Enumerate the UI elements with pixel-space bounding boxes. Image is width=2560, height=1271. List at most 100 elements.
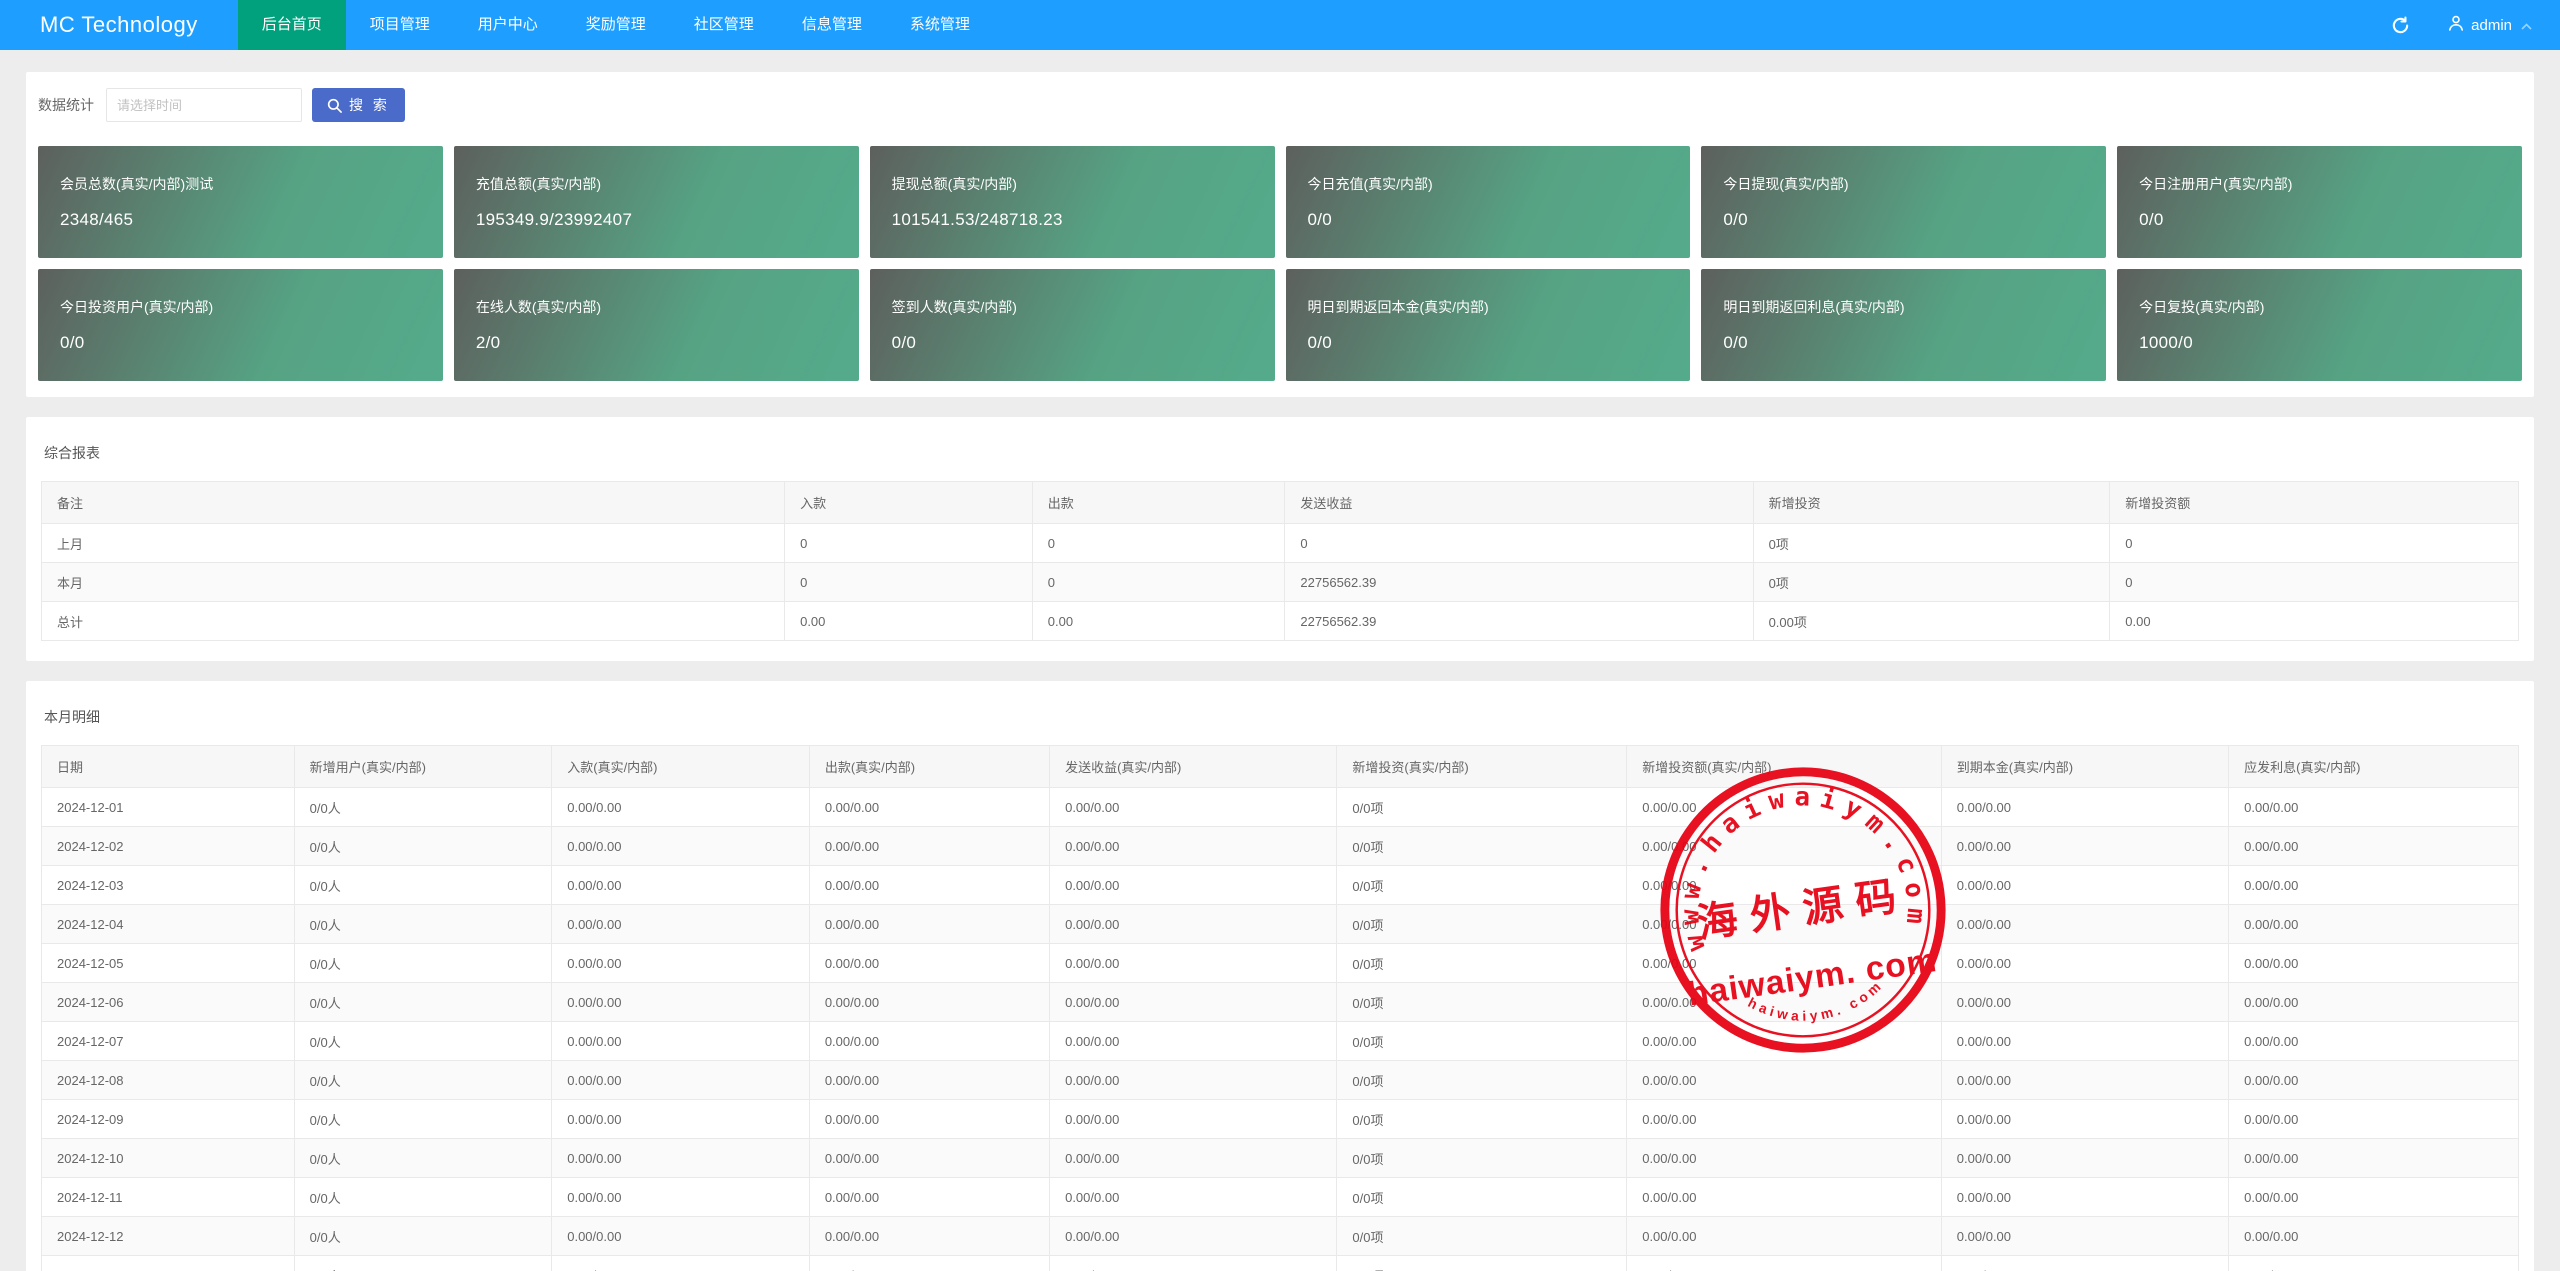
table-cell: 0/0项 bbox=[1336, 1216, 1628, 1256]
table-cell: 0/0项 bbox=[1336, 1255, 1628, 1271]
column-header: 出款 bbox=[1031, 481, 1286, 524]
column-header: 新增投资额(真实/内部) bbox=[1626, 745, 1942, 788]
stat-card-value: 0/0 bbox=[60, 333, 85, 352]
stat-card: 会员总数(真实/内部)测试 2348/465 bbox=[38, 146, 443, 258]
table-cell: 总计 bbox=[40, 601, 786, 641]
table-cell: 0.00/0.00 bbox=[2228, 1216, 2519, 1256]
table-cell: 0.00/0.00 bbox=[808, 1099, 1051, 1139]
table-cell: 0/0项 bbox=[1336, 1021, 1628, 1061]
search-button[interactable]: 搜 索 bbox=[312, 88, 405, 122]
table-cell: 0.00/0.00 bbox=[808, 787, 1051, 827]
table-cell: 0 bbox=[2109, 523, 2519, 563]
table-cell: 0.00/0.00 bbox=[1626, 1216, 1942, 1256]
table-cell: 0.00/0.00 bbox=[1626, 943, 1942, 983]
column-header: 新增投资 bbox=[1752, 481, 2111, 524]
nav-item-7[interactable]: 系统管理 bbox=[886, 0, 994, 50]
stat-card-value: 0/0 bbox=[1307, 333, 1333, 352]
table-cell: 0.00/0.00 bbox=[1049, 787, 1338, 827]
table-cell: 0.00/0.00 bbox=[2228, 904, 2519, 944]
table-cell: 0.00/0.00 bbox=[1626, 1177, 1942, 1217]
nav-item-2[interactable]: 项目管理 bbox=[346, 0, 454, 50]
table-cell: 0.00/0.00 bbox=[551, 1255, 810, 1271]
column-header: 发送收益 bbox=[1284, 481, 1754, 524]
table-cell: 0.00 bbox=[1031, 601, 1286, 641]
table-cell: 0.00/0.00 bbox=[808, 826, 1051, 866]
column-header: 日期 bbox=[41, 745, 295, 788]
table-cell: 0.00/0.00 bbox=[1049, 1099, 1338, 1139]
table-cell: 0.00/0.00 bbox=[1626, 865, 1942, 905]
table-cell: 2024-12-04 bbox=[41, 904, 295, 944]
search-label: 数据统计 bbox=[38, 97, 94, 113]
stat-card: 今日提现(真实/内部) 0/0 bbox=[1701, 146, 2107, 258]
table-cell: 0/0项 bbox=[1336, 982, 1628, 1022]
table-cell: 0.00/0.00 bbox=[1049, 865, 1338, 905]
table-cell: 0.00/0.00 bbox=[1049, 1021, 1338, 1061]
refresh-icon[interactable] bbox=[2391, 15, 2410, 35]
table-cell: 2024-12-06 bbox=[41, 982, 295, 1022]
table-row: 2024-12-03 0/0人 0.00/0.00 0.00/0.00 0.00/0.0… bbox=[41, 865, 2519, 905]
table-cell: 0/0人 bbox=[293, 943, 553, 983]
stat-card-value: 0/0 bbox=[2139, 210, 2164, 229]
table-cell: 0 bbox=[1031, 562, 1286, 602]
table-cell: 0.00/0.00 bbox=[1940, 1021, 2230, 1061]
table-cell: 0.00/0.00 bbox=[808, 1060, 1051, 1100]
stat-card: 今日投资用户(真实/内部) 0/0 bbox=[38, 269, 443, 381]
table-cell: 0.00/0.00 bbox=[1940, 1060, 2230, 1100]
stat-card-value: 195349.9/23992407 bbox=[475, 210, 633, 229]
table-cell: 0.00/0.00 bbox=[551, 865, 810, 905]
stat-card-title: 今日注册用户(真实/内部) bbox=[2139, 176, 2293, 192]
table-cell: 0.00/0.00 bbox=[1049, 1177, 1338, 1217]
table-cell: 0.00/0.00 bbox=[2228, 1021, 2519, 1061]
table-cell: 0/0人 bbox=[293, 1138, 553, 1178]
table-cell: 0.00项 bbox=[1752, 601, 2111, 641]
date-range-input[interactable] bbox=[106, 88, 302, 122]
main-menu: 后台首页 项目管理 用户中心 奖励管理 社区管理 信息管理 系统管理 bbox=[237, 0, 994, 50]
table-cell: 2024-12-07 bbox=[41, 1021, 295, 1061]
stat-card-title: 会员总数(真实/内部)测试 bbox=[60, 176, 214, 192]
table-cell: 0/0项 bbox=[1336, 1060, 1628, 1100]
table-cell: 0.00/0.00 bbox=[1049, 1138, 1338, 1178]
table-cell: 0/0人 bbox=[293, 865, 553, 905]
summary-body: 上月 0 0 0 0项 0 本月 0 0 22756562.39 0项 0 总计 0.00 0.00 2275… bbox=[40, 523, 2519, 641]
column-header: 出款(真实/内部) bbox=[808, 745, 1051, 788]
table-row: 本月 0 0 22756562.39 0项 0 bbox=[40, 562, 2519, 602]
user-menu[interactable]: admin bbox=[2448, 15, 2532, 35]
table-cell: 0.00/0.00 bbox=[1049, 943, 1338, 983]
table-cell: 2024-12-11 bbox=[41, 1177, 295, 1217]
table-cell: 0/0人 bbox=[293, 1021, 553, 1061]
stat-card-title: 今日投资用户(真实/内部) bbox=[60, 299, 214, 315]
nav-item-1[interactable]: 后台首页 bbox=[237, 0, 346, 50]
column-header: 入款 bbox=[784, 481, 1033, 524]
stat-card-title: 提现总额(真实/内部) bbox=[891, 176, 1017, 192]
table-cell: 0.00/0.00 bbox=[2228, 1255, 2519, 1271]
nav-item-5[interactable]: 社区管理 bbox=[670, 0, 778, 50]
month-detail-panel: 本月明细 日期 新增用户(真实/内部) 入款(真实/内部) 出款(真实/内部) 发送收益… bbox=[26, 681, 2534, 1271]
table-cell: 2024-12-09 bbox=[41, 1099, 295, 1139]
column-header: 新增投资(真实/内部) bbox=[1336, 745, 1628, 788]
table-cell: 0项 bbox=[1752, 523, 2111, 563]
table-cell: 0 bbox=[784, 523, 1033, 563]
stat-card-value: 0/0 bbox=[1723, 210, 1748, 229]
stats-panel: 数据统计 搜 索 会员总数(真实/内部)测试 2348/465 充值总额(真实/内部… bbox=[26, 72, 2534, 397]
table-cell: 0.00/0.00 bbox=[551, 787, 810, 827]
table-cell: 0/0项 bbox=[1336, 865, 1628, 905]
table-cell: 0.00/0.00 bbox=[808, 943, 1051, 983]
table-cell: 本月 bbox=[40, 562, 786, 602]
nav-item-3[interactable]: 用户中心 bbox=[454, 0, 562, 50]
table-cell: 0/0人 bbox=[293, 826, 553, 866]
table-row: 2024-12-130/0人0.00/0.000.00/0.000.00/0.0… bbox=[41, 1255, 2519, 1271]
month-detail-table: 日期 新增用户(真实/内部) 入款(真实/内部) 出款(真实/内部) 发送收益(真实/内… bbox=[41, 745, 2519, 1271]
table-row: 2024-12-07 0/0人 0.00/0.00 0.00/0.00 0.00/0.0… bbox=[41, 1021, 2519, 1061]
nav-item-6[interactable]: 信息管理 bbox=[778, 0, 886, 50]
table-cell: 0.00/0.00 bbox=[1940, 904, 2230, 944]
table-cell: 0/0项 bbox=[1336, 826, 1628, 866]
nav-item-4[interactable]: 奖励管理 bbox=[562, 0, 670, 50]
column-header: 备注 bbox=[40, 481, 786, 524]
table-cell: 0.00/0.00 bbox=[1940, 1099, 2230, 1139]
table-row: 2024-12-10 0/0人 0.00/0.00 0.00/0.00 0.00/0.0… bbox=[41, 1138, 2519, 1178]
page: MC Technology 后台首页 项目管理 用户中心 奖励管理 社区管理 信息管理 系统… bbox=[0, 0, 2560, 1271]
stat-card-value: 0/0 bbox=[1307, 210, 1333, 229]
table-row: 总计 0.00 0.00 22756562.39 0.00项 0.00 bbox=[40, 601, 2519, 641]
stat-card: 提现总额(真实/内部) 101541.53/248718.23 bbox=[869, 146, 1275, 258]
table-cell: 0 bbox=[2109, 562, 2519, 602]
